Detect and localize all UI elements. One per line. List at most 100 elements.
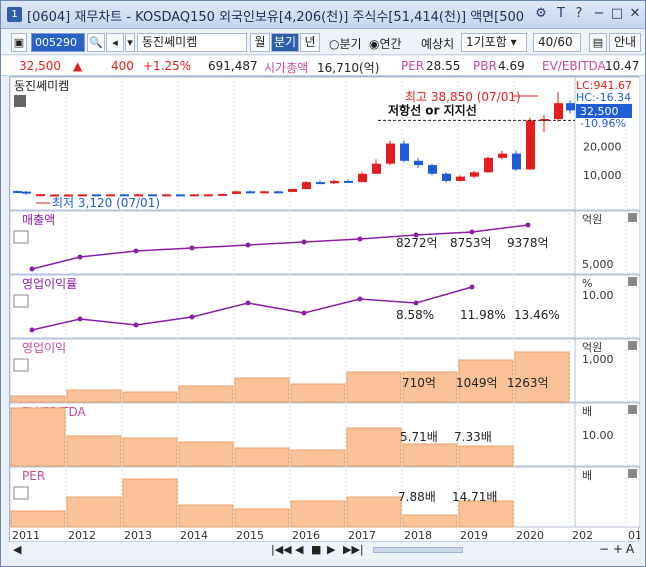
ev-label: 5.71배 — [400, 430, 438, 444]
window-title: [0604] 재무차트 - KOSDAQ150 외국인보유[4,206(천)] … — [27, 10, 525, 25]
price-candle — [330, 180, 339, 184]
series-point — [525, 222, 531, 228]
data-bar — [122, 437, 178, 467]
up-arrow-icon: ▲ — [73, 59, 83, 73]
ev-label: 7.33배 — [454, 430, 492, 444]
series-point — [245, 300, 251, 306]
panel-close-icon — [628, 341, 637, 350]
price-panel-title: 동진쎄미켐 — [14, 79, 69, 93]
price-candle — [218, 193, 227, 196]
print-icon[interactable]: ▤ — [589, 33, 607, 52]
zoom-out-icon[interactable]: − — [599, 542, 609, 556]
nav-stop-icon[interactable]: ■ — [311, 543, 321, 556]
font-size-icon[interactable]: A — [626, 542, 634, 556]
price-candle — [470, 172, 479, 177]
estimate-select[interactable]: 1기포함 ▾ — [461, 33, 527, 52]
panel-close-icon — [628, 213, 637, 222]
support-resistance-label: 저항선 or 지지선 — [388, 102, 477, 117]
layout-icon[interactable]: ▣ — [11, 33, 27, 52]
speaker-icon[interactable]: ◂ — [106, 33, 124, 52]
series-point — [189, 245, 195, 251]
dropdown-icon[interactable]: ▾ — [125, 33, 135, 52]
nav-prev-icon[interactable]: ◀ — [295, 543, 303, 556]
data-bar — [10, 395, 66, 403]
series-point — [77, 254, 83, 260]
series-point — [189, 314, 195, 320]
panel-title: 영업이익 — [22, 341, 66, 355]
settings-icon[interactable]: ⚙ — [533, 6, 549, 22]
price-tick: 20,000 — [583, 140, 622, 153]
tab-quarter[interactable]: 분기 — [271, 33, 299, 52]
data-bar — [402, 443, 458, 467]
tab-monthly[interactable]: 월 — [250, 33, 270, 52]
per-label: 7.88배 — [398, 490, 436, 504]
per-label: 14.71배 — [452, 490, 497, 504]
close-button[interactable]: ✕ — [627, 6, 643, 22]
panel-settings-icon — [13, 486, 29, 500]
price-candle — [274, 191, 283, 194]
series-point — [301, 239, 307, 245]
title-bar: 1 [0604] 재무차트 - KOSDAQ150 외국인보유[4,206(천)… — [1, 1, 645, 29]
page-field[interactable]: 40/60 — [533, 33, 581, 52]
range-slider[interactable] — [373, 547, 463, 553]
search-icon[interactable]: 🔍 — [87, 33, 105, 52]
margin-label: 8.58% — [396, 308, 434, 322]
data-bar — [234, 447, 290, 467]
quote-bar: 32,500 ▲ 400 +1.25% 691,487 시가총액 16,710(… — [1, 56, 645, 76]
help-icon[interactable]: ? — [571, 6, 587, 22]
sales-label: 8753억 — [450, 236, 492, 250]
nav-first-icon[interactable]: |◀◀ — [271, 543, 292, 556]
data-bar — [402, 514, 458, 528]
sales-label: 8272억 — [396, 236, 438, 250]
zoom-in-icon[interactable]: + — [613, 542, 623, 556]
data-bar — [66, 389, 122, 403]
data-bar — [458, 445, 514, 467]
data-bar — [290, 500, 346, 528]
price-candle — [512, 153, 521, 170]
scroll-left-icon[interactable]: ◀ — [13, 543, 21, 556]
price-candle — [162, 194, 171, 197]
series-point — [469, 229, 475, 235]
tab-year[interactable]: 년 — [300, 33, 320, 52]
data-bar — [66, 496, 122, 528]
minimize-button[interactable]: − — [591, 6, 607, 22]
stock-name-field[interactable]: 동진쎄미켐 — [137, 33, 247, 52]
ev-value: 10.47 — [605, 59, 640, 73]
toolbar: ▣ 005290 🔍 ◂ ▾ 동진쎄미켐 월 분기 년 ○분기 ◉연간 예상치 … — [1, 30, 645, 55]
stock-code-input[interactable]: 005290 — [31, 33, 85, 52]
radio-year[interactable]: ◉연간 — [369, 35, 402, 52]
nav-next-icon[interactable]: ▶ — [327, 543, 335, 556]
pct-label: -10.96% — [580, 117, 626, 130]
data-bar — [178, 441, 234, 467]
mcap-value: 16,710(억) — [317, 61, 380, 75]
estimate-label: 예상치 — [421, 37, 455, 51]
guide-button[interactable]: 안내 — [609, 33, 641, 52]
nav-last-icon[interactable]: ▶▶| — [343, 543, 364, 556]
chart-area[interactable]: 2011 2012 2013 2014 2015 2016 2017 2018 2019 2020… — [9, 76, 646, 558]
radio-quarter-label: 분기 — [339, 37, 362, 51]
maximize-button[interactable]: □ — [609, 6, 625, 22]
data-bar — [234, 377, 290, 403]
price-candle — [456, 176, 465, 181]
estimate-value: 1기포함 — [466, 35, 507, 49]
series-point — [29, 327, 35, 333]
price-candle — [204, 194, 213, 197]
unit-label: 배 — [582, 469, 592, 482]
per-label: PER — [401, 59, 425, 73]
price-candle — [316, 182, 325, 185]
app-icon: 1 — [7, 7, 22, 22]
chart-settings-icon — [14, 95, 26, 107]
axis-tick: 5,000 — [582, 258, 614, 271]
data-bar — [234, 508, 290, 528]
price-candle — [566, 103, 575, 111]
financial-chart: 2011 2012 2013 2014 2015 2016 2017 2018 2019 2020… — [9, 76, 646, 542]
volume-value: 691,487 — [208, 59, 258, 73]
pbr-label: PBR — [473, 59, 497, 73]
radio-quarter[interactable]: ○분기 — [329, 35, 362, 52]
price-candle — [400, 143, 409, 161]
price-candle — [554, 103, 563, 120]
panel-frame — [9, 274, 641, 339]
unit-label: 배 — [582, 405, 592, 418]
series-point — [301, 310, 307, 316]
text-icon[interactable]: T — [553, 6, 569, 22]
